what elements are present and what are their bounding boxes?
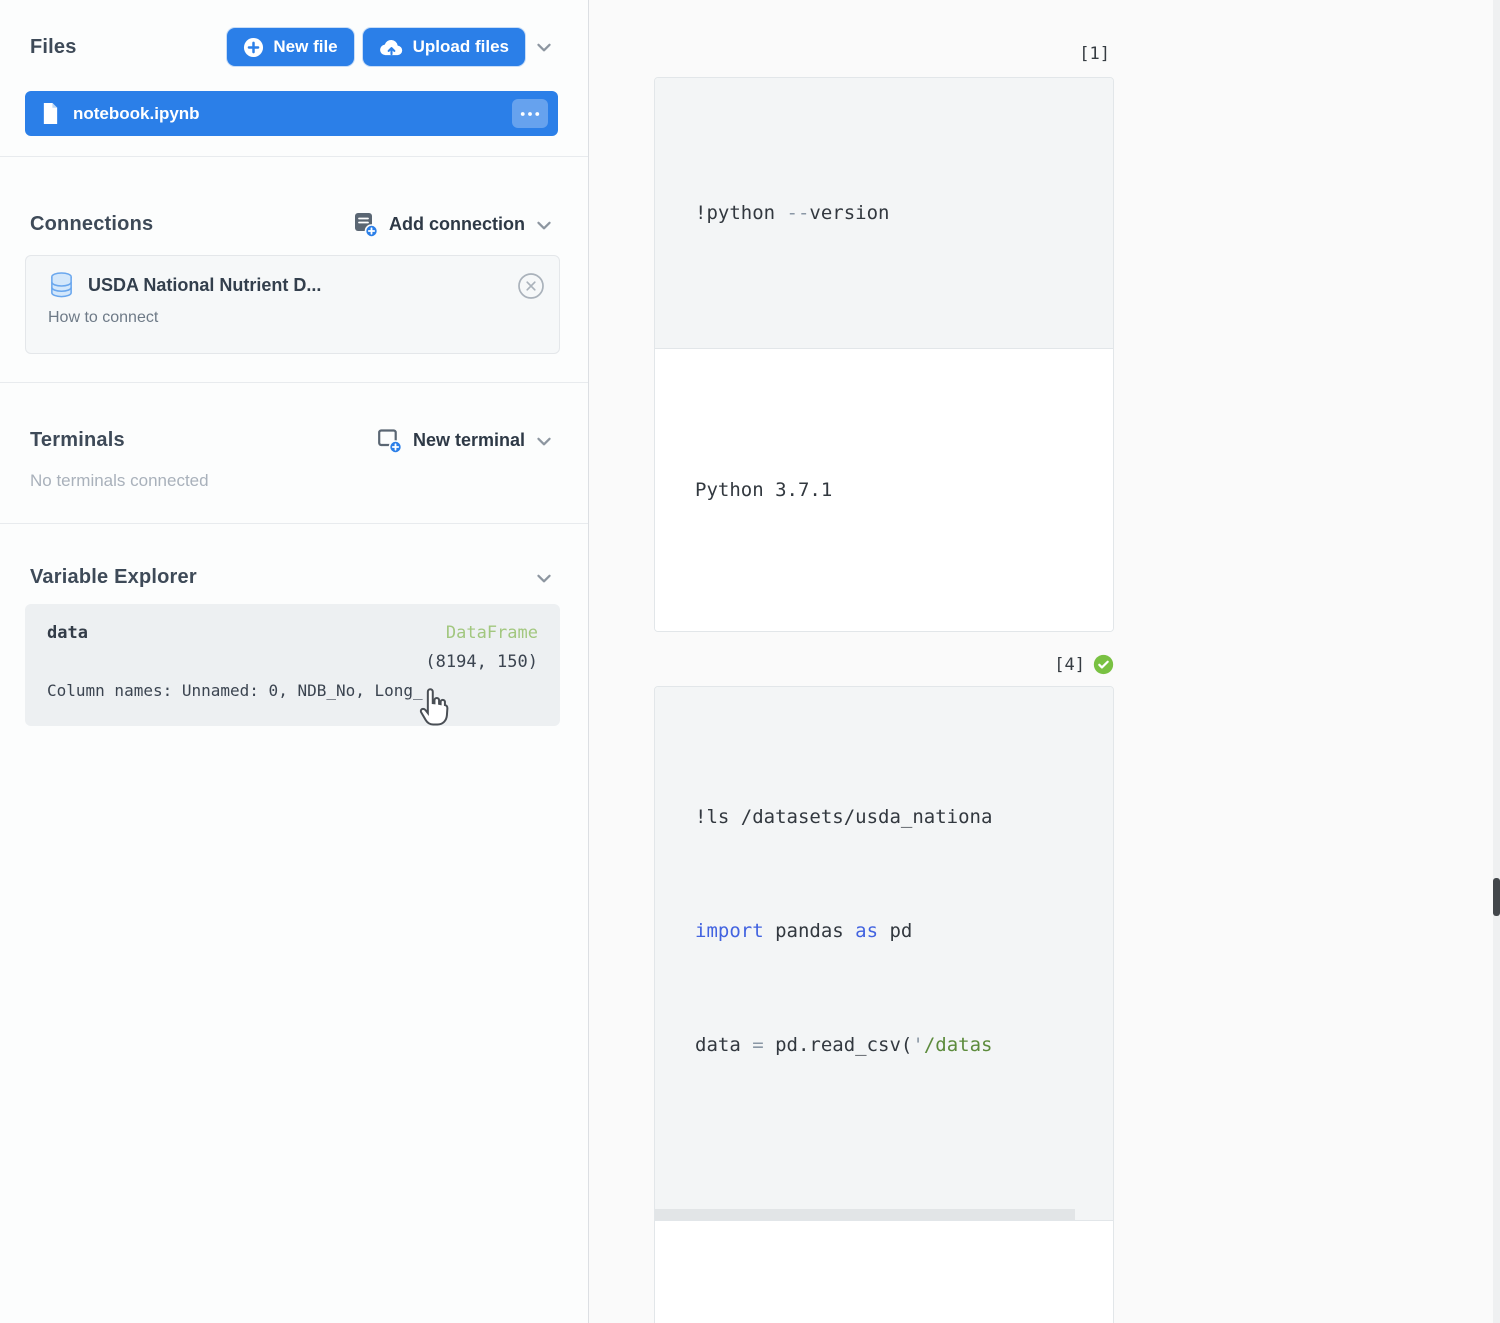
- terminal-add-icon: [376, 427, 403, 454]
- new-file-button[interactable]: New file: [227, 28, 354, 66]
- new-terminal-button[interactable]: New terminal: [376, 427, 525, 454]
- cell2-execution-status: [4]: [654, 654, 1114, 675]
- vertical-scrollbar-thumb[interactable]: [1493, 878, 1500, 916]
- sidebar: Files New file Upload files notebook.ipy…: [0, 0, 589, 1323]
- connections-section-title: Connections: [30, 213, 154, 235]
- notebook-canvas: [1] !python --version Python 3.7.1 [4] !…: [589, 0, 1500, 1323]
- cell2-output: result.csv: [655, 1221, 1113, 1323]
- cell1-execution-count: [1]: [1079, 44, 1110, 64]
- file-icon: [41, 102, 60, 125]
- horizontal-scrollbar[interactable]: [655, 1209, 1075, 1220]
- terminals-section: Terminals New terminal No terminals conn…: [0, 383, 588, 524]
- vertical-scrollbar[interactable]: [1493, 0, 1500, 1323]
- new-terminal-label: New terminal: [412, 430, 525, 450]
- code-line: import pandas as pd: [695, 920, 913, 942]
- cell1-output: Python 3.7.1: [655, 349, 1113, 631]
- cell1-code-editor[interactable]: !python --version: [655, 78, 1113, 349]
- success-check-icon: [1093, 654, 1114, 675]
- terminals-section-title: Terminals: [30, 429, 125, 451]
- upload-files-label: Upload files: [412, 37, 509, 56]
- file-more-button[interactable]: [512, 99, 548, 128]
- mouse-hand-cursor: [413, 688, 451, 728]
- cloud-upload-icon: [379, 37, 404, 58]
- chevron-down-icon[interactable]: [534, 37, 554, 57]
- code-line: !python --version: [695, 202, 890, 224]
- variable-columns-preview: Column names: Unnamed: 0, NDB_No, Long_: [47, 681, 423, 700]
- cell2-execution-count: [4]: [1054, 654, 1085, 675]
- variable-card[interactable]: data DataFrame (8194, 150) Column names:…: [25, 604, 560, 726]
- connection-name: USDA National Nutrient D...: [88, 275, 322, 295]
- app-window: Files New file Upload files notebook.ipy…: [0, 0, 1500, 1323]
- file-row-notebook[interactable]: notebook.ipynb: [25, 91, 558, 136]
- file-name: notebook.ipynb: [73, 103, 200, 123]
- chevron-down-icon[interactable]: [534, 431, 554, 451]
- files-section: Files New file Upload files notebook.ipy…: [0, 0, 588, 157]
- code-line: data = pd.read_csv('/datas: [695, 1034, 993, 1056]
- database-add-icon: [352, 211, 379, 238]
- add-connection-button[interactable]: Add connection: [352, 211, 525, 238]
- files-section-title: Files: [30, 35, 77, 58]
- terminals-empty-message: No terminals connected: [30, 471, 209, 490]
- upload-files-button[interactable]: Upload files: [362, 28, 525, 66]
- new-file-label: New file: [273, 37, 338, 56]
- variable-explorer-title: Variable Explorer: [30, 566, 197, 588]
- code-cell-2[interactable]: !ls /datasets/usda_nationa import pandas…: [654, 686, 1114, 1323]
- code-cell-1[interactable]: !python --version Python 3.7.1: [654, 77, 1114, 632]
- database-icon: [48, 271, 75, 300]
- variable-name: data: [47, 623, 88, 643]
- variable-type-badge: DataFrame: [445, 623, 538, 643]
- chevron-down-icon[interactable]: [534, 215, 554, 235]
- ellipsis-icon: [520, 111, 540, 116]
- variable-explorer-section: Variable Explorer data DataFrame (8194, …: [0, 524, 588, 1323]
- cell2-code-editor[interactable]: !ls /datasets/usda_nationa import pandas…: [655, 687, 1113, 1221]
- output-line: Python 3.7.1: [695, 479, 833, 501]
- how-to-connect-link[interactable]: How to connect: [48, 309, 545, 327]
- variable-shape: (8194, 150): [425, 652, 538, 672]
- disconnect-icon[interactable]: [517, 272, 545, 300]
- connection-card[interactable]: USDA National Nutrient D... How to conne…: [25, 255, 560, 354]
- add-connection-label: Add connection: [389, 214, 525, 234]
- connections-section: Connections Add connection USDA National…: [0, 157, 588, 383]
- plus-circle-icon: [243, 37, 264, 58]
- code-line: !ls /datasets/usda_nationa: [695, 806, 993, 828]
- chevron-down-icon[interactable]: [534, 568, 554, 588]
